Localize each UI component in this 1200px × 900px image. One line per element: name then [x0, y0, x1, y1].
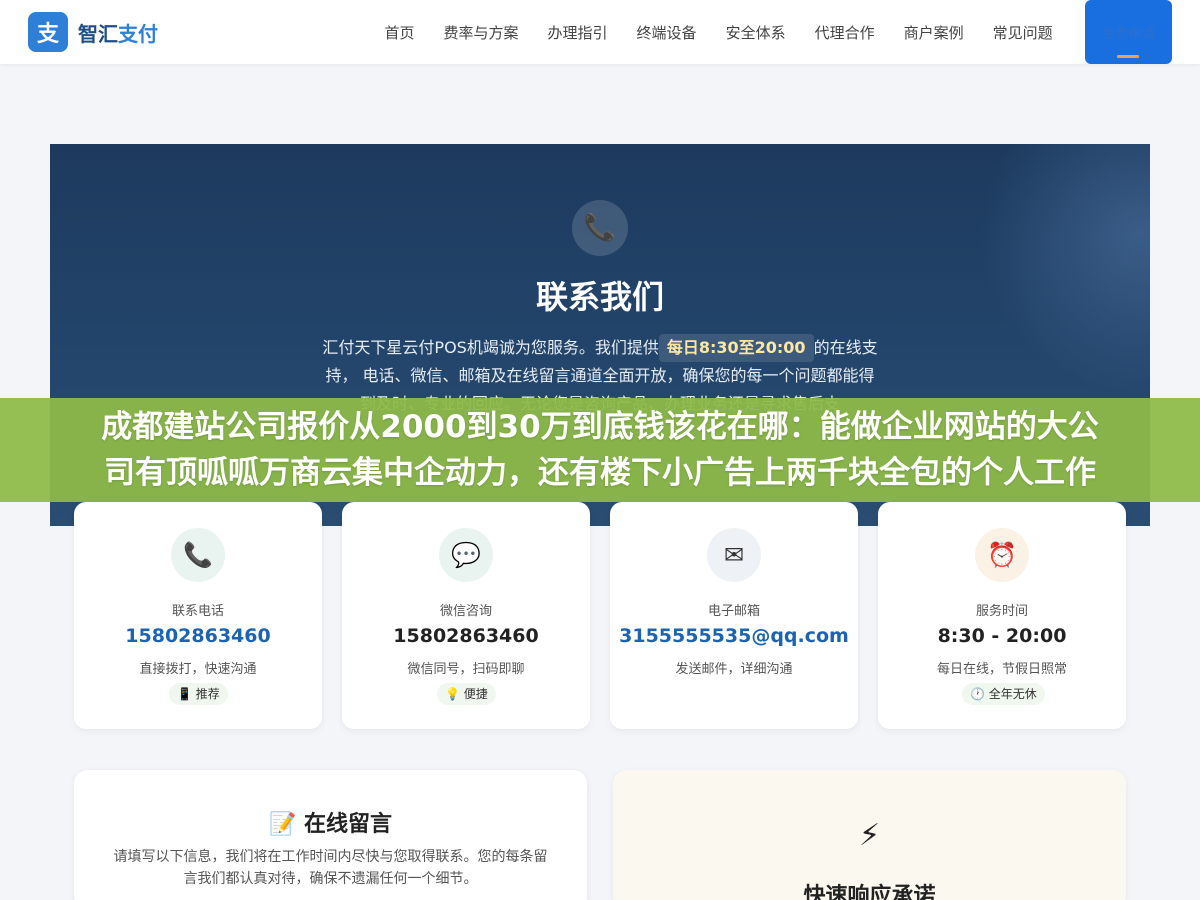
card-email[interactable]: ✉ 电子邮箱 3155555535@qq.com 发送邮件，详细沟通 [610, 502, 858, 729]
logo-name-a: 智汇 [78, 21, 118, 46]
card-label: 服务时间 [975, 604, 1028, 619]
service-hours: 8:30 - 20:00 [937, 625, 1067, 647]
message-title: 📝 在线留言 [268, 812, 393, 837]
card-wechat[interactable]: 💬 微信咨询 15802863460 微信同号，扫码即聊 💡 便捷 [342, 502, 590, 729]
page-title: 联系我们 [535, 278, 664, 316]
card-note: 微信同号，扫码即聊 [407, 662, 525, 677]
site-header: 支 智汇支付 首页 费率与方案 办理指引 终端设备 安全体系 代理合作 商户案例… [0, 0, 1200, 64]
card-phone[interactable]: 📞 联系电话 15802863460 直接拨打，快速沟通 📱 推荐 [74, 502, 322, 729]
convenient-tag: 💡 便捷 [437, 683, 496, 705]
message-panel: 📝 在线留言 请填写以下信息，我们将在工作时间内尽快与您取得联系。您的每条留言我… [74, 770, 587, 900]
phone-icon: 📞 [171, 528, 225, 582]
promise-title: 快速响应承诺 [803, 884, 936, 900]
logo-text: 智汇支付 [78, 18, 158, 47]
nav-item-guide[interactable]: 办理指引 [548, 22, 608, 43]
nav-item-security[interactable]: 安全体系 [726, 22, 786, 43]
logo-name-b: 支付 [118, 21, 158, 46]
alarm-clock-icon: ⏰ [975, 528, 1029, 582]
nav-item-faq[interactable]: 常见问题 [993, 22, 1053, 43]
promise-panel: ⚡ 快速响应承诺 [613, 770, 1126, 900]
apply-button[interactable]: 免费申请 [1085, 0, 1172, 64]
lightning-icon: ⚡ [858, 818, 881, 853]
banner-line-2: 司有顶呱呱万商云集中企动力，还有楼下小广告上两千块全包的个人工作 [104, 455, 1096, 491]
phone-number-link[interactable]: 15802863460 [74, 625, 322, 647]
card-note: 直接拨打，快速沟通 [139, 662, 257, 677]
card-note: 每日在线，节假日照常 [936, 662, 1067, 677]
banner-line-1: 成都建站公司报价从2000到30万到底钱该花在哪：能做企业网站的大公 [101, 409, 1099, 445]
message-description: 请填写以下信息，我们将在工作时间内尽快与您取得联系。您的每条留言我们都认真对待，… [113, 849, 548, 887]
nav-item-rates[interactable]: 费率与方案 [444, 22, 519, 43]
nav-item-home[interactable]: 首页 [385, 22, 415, 43]
email-link[interactable]: 3155555535@qq.com [610, 625, 858, 647]
logo[interactable]: 支 智汇支付 [28, 12, 158, 52]
wechat-id: 15802863460 [393, 625, 539, 647]
service-hours-badge: 每日8:30至20:00 [658, 334, 814, 362]
recommend-tag: 📱 推荐 [169, 683, 228, 705]
card-label: 微信咨询 [439, 604, 492, 619]
apply-button-label: 免费申请 [1102, 26, 1155, 42]
nav-item-cases[interactable]: 商户案例 [904, 22, 964, 43]
overlay-banner[interactable]: 成都建站公司报价从2000到30万到底钱该花在哪：能做企业网站的大公 司有顶呱呱… [0, 398, 1200, 502]
contact-cards: 📞 联系电话 15802863460 直接拨打，快速沟通 📱 推荐 💬 微信咨询… [74, 502, 1126, 729]
card-note: 发送邮件，详细沟通 [675, 662, 793, 677]
card-hours[interactable]: ⏰ 服务时间 8:30 - 20:00 每日在线，节假日照常 🕐 全年无休 [878, 502, 1126, 729]
logo-mark: 支 [28, 12, 68, 52]
apply-button-underline [1117, 55, 1139, 58]
nav-item-devices[interactable]: 终端设备 [637, 22, 697, 43]
card-label: 联系电话 [171, 604, 224, 619]
hero-desc-before: 汇付天下星云付POS机竭诚为您服务。我们提供 [322, 338, 659, 357]
mail-icon: ✉ [707, 528, 761, 582]
chat-icon: 💬 [439, 528, 493, 582]
card-label: 电子邮箱 [707, 604, 760, 619]
nav-item-agent[interactable]: 代理合作 [815, 22, 875, 43]
year-round-tag: 🕐 全年无休 [962, 683, 1045, 705]
phone-icon: 📞 [572, 200, 628, 256]
main-nav: 首页 费率与方案 办理指引 终端设备 安全体系 代理合作 商户案例 常见问题 [370, 0, 1067, 64]
